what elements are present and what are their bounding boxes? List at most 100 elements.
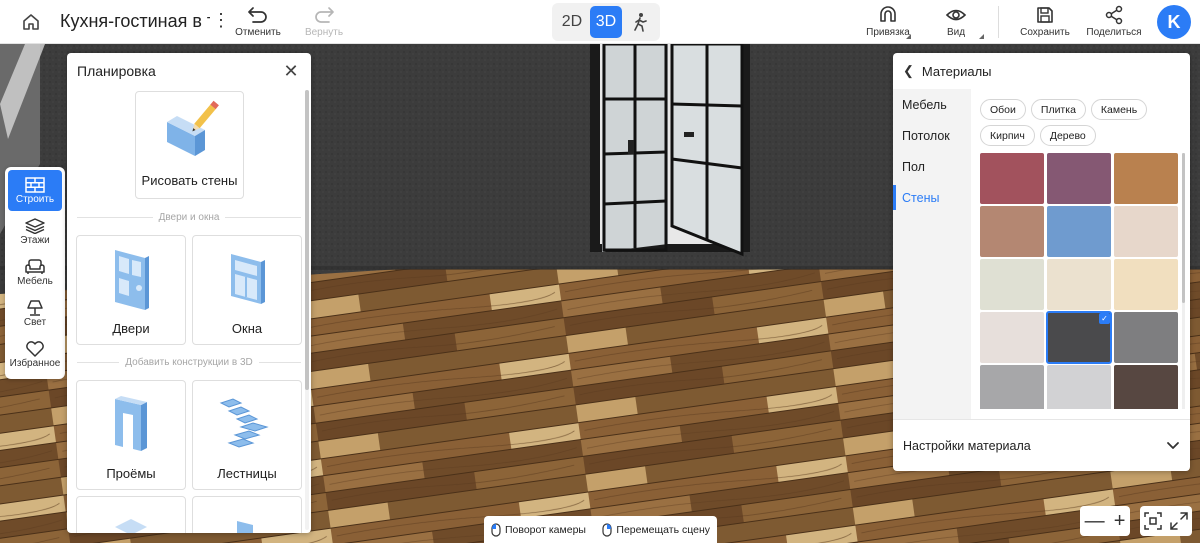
door-icon [115, 250, 149, 310]
doors-art [77, 244, 185, 314]
category-floor[interactable]: Пол [893, 151, 971, 182]
material-swatch[interactable] [1114, 312, 1178, 363]
project-title[interactable]: Кухня-гостиная в тем [60, 11, 210, 32]
hint-rotate: Поворот камеры [491, 522, 586, 537]
undo-label: Отменить [235, 27, 281, 38]
redo-icon [315, 7, 334, 23]
chevron-down-icon [1167, 441, 1179, 449]
materials-panel: ❮ Материалы Мебель Потолок Пол Стены Обо… [893, 53, 1190, 471]
chip-stone[interactable]: Камень [1090, 99, 1148, 120]
tool-light[interactable]: Свет [8, 293, 62, 334]
redo-button[interactable]: Вернуть [302, 5, 346, 38]
planning-header: Планировка ✕ [67, 53, 311, 89]
share-label: Поделиться [1086, 27, 1142, 38]
draw-walls-label: Рисовать стены [141, 173, 238, 188]
material-swatch[interactable] [1047, 259, 1111, 310]
material-swatch[interactable]: ✓ [1046, 311, 1112, 364]
material-swatch[interactable] [1114, 206, 1178, 257]
tool-favorites-label: Избранное [9, 357, 61, 369]
window-icon [231, 254, 265, 304]
materials-scroll-thumb[interactable] [1182, 153, 1185, 303]
construction-card-partial-2[interactable] [192, 496, 302, 533]
stairs-art [193, 389, 301, 459]
snap-button[interactable]: Привязка [864, 5, 912, 38]
hint-move-label: Перемещать сцену [616, 523, 710, 536]
windows-label: Окна [231, 321, 263, 336]
section-line [225, 216, 302, 218]
camera-hints: Поворот камеры Перемещать сцену [484, 516, 717, 543]
planning-title: Планировка [77, 63, 156, 79]
chip-wood[interactable]: Дерево [1039, 125, 1096, 146]
walking-person-icon [634, 13, 647, 32]
more-menu-icon[interactable]: ⋮ [212, 10, 230, 31]
zoom-out-icon[interactable]: — [1085, 511, 1105, 531]
view-dropdown-indicator [979, 34, 984, 39]
material-swatch[interactable] [980, 153, 1044, 204]
openings-card[interactable]: Проёмы [76, 380, 186, 490]
redo-label: Вернуть [304, 27, 344, 38]
walk-mode-button[interactable] [624, 6, 656, 38]
draw-walls-card[interactable]: Рисовать стены [135, 91, 244, 199]
section-line [77, 361, 120, 363]
material-swatch[interactable] [1114, 259, 1178, 310]
category-ceiling[interactable]: Потолок [893, 120, 971, 151]
material-filter-chips: Обои Плитка Камень Кирпич Дерево [980, 99, 1180, 146]
chevron-left-icon[interactable]: ❮ [903, 63, 914, 79]
wall-pencil-icon [166, 100, 219, 156]
materials-header: ❮ Материалы [893, 53, 1190, 89]
zoom-in-icon[interactable]: + [1114, 511, 1126, 531]
material-swatch[interactable] [1047, 365, 1111, 409]
archway-icon [115, 396, 147, 451]
planning-scroll-thumb[interactable] [305, 90, 309, 390]
share-button[interactable]: Поделиться [1086, 5, 1142, 38]
heart-icon [26, 340, 44, 357]
material-swatch[interactable] [1114, 153, 1178, 204]
home-icon [23, 14, 39, 30]
material-swatch[interactable] [1047, 206, 1111, 257]
doors-label: Двери [112, 321, 150, 336]
windows-card[interactable]: Окна [192, 235, 302, 345]
construction-card-partial[interactable] [76, 496, 186, 533]
block-icon [237, 521, 253, 533]
chip-wallpaper[interactable]: Обои [980, 99, 1026, 120]
planning-scrollbar[interactable] [305, 90, 309, 530]
top-bar: Кухня-гостиная в тем ⋮ Отменить Вернуть … [0, 0, 1200, 44]
section-line [77, 216, 153, 218]
close-icon[interactable]: ✕ [281, 61, 301, 82]
toolbar-divider [998, 6, 999, 38]
category-walls[interactable]: Стены [893, 182, 971, 213]
material-swatch[interactable] [980, 365, 1044, 409]
material-swatch[interactable] [980, 206, 1044, 257]
chip-brick[interactable]: Кирпич [980, 125, 1035, 146]
section-constructions: Добавить конструкции в 3D [77, 355, 301, 369]
user-avatar[interactable]: K [1157, 5, 1191, 39]
material-settings-toggle[interactable]: Настройки материала [893, 419, 1190, 471]
tool-favorites[interactable]: Избранное [8, 334, 62, 375]
view-button[interactable]: Вид [935, 5, 977, 38]
undo-button[interactable]: Отменить [235, 5, 281, 38]
material-swatch[interactable] [980, 259, 1044, 310]
materials-scrollbar[interactable] [1182, 153, 1185, 409]
fullscreen-icon[interactable] [1170, 512, 1188, 530]
material-swatch[interactable] [1114, 365, 1178, 409]
block-icon [115, 519, 147, 533]
material-swatch[interactable] [980, 312, 1044, 363]
openings-art [77, 389, 185, 459]
section-doors-title: Двери и окна [158, 211, 220, 223]
staircase-icon [219, 398, 269, 448]
chip-tile[interactable]: Плитка [1030, 99, 1086, 120]
mode-2d-button[interactable]: 2D [556, 6, 588, 38]
stairs-card[interactable]: Лестницы [192, 380, 302, 490]
focus-frame-icon[interactable] [1144, 512, 1162, 530]
mode-3d-button[interactable]: 3D [590, 6, 622, 38]
tool-furniture[interactable]: Мебель [8, 252, 62, 293]
category-furniture[interactable]: Мебель [893, 89, 971, 120]
home-button[interactable] [14, 8, 48, 36]
save-button[interactable]: Сохранить [1018, 5, 1072, 38]
tool-furniture-label: Мебель [17, 275, 53, 287]
mouse-right-icon [602, 522, 612, 537]
tool-floors[interactable]: Этажи [8, 211, 62, 252]
material-swatch[interactable] [1047, 153, 1111, 204]
tool-build[interactable]: Строить [8, 170, 62, 211]
doors-card[interactable]: Двери [76, 235, 186, 345]
